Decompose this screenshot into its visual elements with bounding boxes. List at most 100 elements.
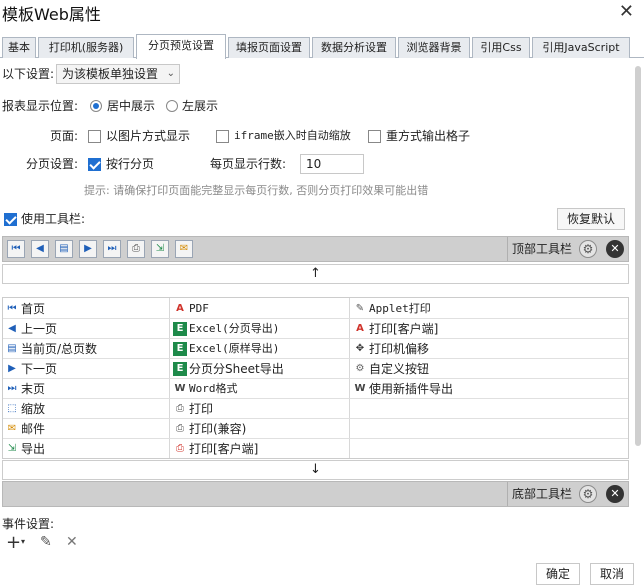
vertical-scrollbar[interactable] <box>634 60 642 540</box>
prev-page-icon[interactable]: ◀ <box>31 240 49 258</box>
position-center-radio[interactable] <box>90 100 102 112</box>
printer-offset-icon: ✥ <box>355 343 365 354</box>
list-item[interactable]: ✥ 打印机偏移 <box>351 339 627 359</box>
list-item[interactable]: ⎙ 打印(兼容) <box>171 419 347 439</box>
scope-select-value: 为该模板单独设置 <box>62 67 159 81</box>
rows-per-page-input[interactable]: 10 <box>300 154 364 174</box>
excel-page-icon: E <box>173 322 187 336</box>
paging-byrow-option[interactable]: 按行分页 <box>88 154 158 174</box>
list-item[interactable]: ⇲ 导出 <box>3 439 167 459</box>
move-up-icon[interactable]: ↑ <box>2 264 629 284</box>
first-page-icon[interactable]: ⏮ <box>7 240 25 258</box>
delete-icon[interactable]: ✕ <box>66 534 78 550</box>
page-image-checkbox[interactable] <box>88 130 101 143</box>
top-toolbar-label: 顶部工具栏 <box>512 242 573 256</box>
last-page-icon[interactable]: ⏭ <box>103 240 121 258</box>
paging-byrow-text: 按行分页 <box>106 157 155 171</box>
prev-page-icon: ◀ <box>8 323 16 334</box>
page-label: 页面: <box>49 129 78 143</box>
move-down-icon[interactable]: ↓ <box>2 460 629 480</box>
use-toolbar-text: 使用工具栏: <box>21 212 86 226</box>
use-toolbar-checkbox[interactable] <box>4 213 17 226</box>
scope-select[interactable]: 为该模板单独设置 ⌄ <box>56 64 180 84</box>
close-icon[interactable]: ✕ <box>619 1 634 22</box>
print-compat-icon: ⎙ <box>176 423 184 434</box>
top-gear-icon[interactable]: ⚙ <box>579 240 597 258</box>
page-image-option[interactable]: 以图片方式显示 <box>88 126 208 146</box>
list-item[interactable]: ✎ Applet打印 <box>351 299 627 319</box>
list-item[interactable]: W 使用新插件导出 <box>351 379 627 399</box>
last-page-icon: ⏭ <box>7 383 17 394</box>
page-count-icon[interactable]: ▤ <box>55 240 73 258</box>
tab-css[interactable]: 引用Css <box>472 37 530 58</box>
list-item[interactable]: W Word格式 <box>171 379 347 399</box>
dropdown-arrow-icon[interactable]: ▾ <box>21 537 25 546</box>
next-page-icon[interactable]: ▶ <box>79 240 97 258</box>
list-item[interactable]: ⬚ 缩放 <box>3 399 167 419</box>
tab-printer-server[interactable]: 打印机(服务器) <box>38 37 134 58</box>
bottom-toolbar-controls: 底部工具栏 ⚙ ✕ <box>507 482 628 506</box>
paging-byrow-checkbox[interactable] <box>88 158 101 171</box>
event-settings-label: 事件设置: <box>2 517 55 531</box>
title-bar: 模板Web属性 ✕ <box>0 0 644 28</box>
print-icon[interactable]: ⎙ <box>127 240 145 258</box>
export-icon[interactable]: ⇲ <box>151 240 169 258</box>
tab-browser-bg[interactable]: 浏览器背景 <box>398 37 470 58</box>
top-remove-icon[interactable]: ✕ <box>606 240 624 258</box>
bottom-gear-icon[interactable]: ⚙ <box>579 485 597 503</box>
page-count-icon: ▤ <box>7 343 17 354</box>
use-toolbar-option[interactable]: 使用工具栏: <box>4 209 94 229</box>
list-item[interactable]: ⎙ 打印[客户端] <box>171 439 347 459</box>
first-page-icon: ⏮ <box>7 303 17 314</box>
tab-fill-page[interactable]: 填报页面设置 <box>228 37 310 58</box>
bottom-toolbar-label: 底部工具栏 <box>512 487 573 501</box>
print-client-icon: ⎙ <box>176 443 184 454</box>
position-left-text: 左展示 <box>182 99 219 113</box>
excel-original-icon: E <box>173 342 187 356</box>
position-label: 报表显示位置: <box>2 99 79 113</box>
page-iframe-option[interactable]: iframe嵌入时自动缩放 <box>216 126 356 146</box>
list-item[interactable]: ⚙ 自定义按钮 <box>351 359 627 379</box>
tab-basic[interactable]: 基本 <box>2 37 36 58</box>
tab-page-preview[interactable]: 分页预览设置 <box>136 34 226 59</box>
rows-per-page-label: 每页显示行数: <box>210 157 287 171</box>
list-item[interactable]: A PDF <box>171 299 347 319</box>
tab-javascript[interactable]: 引用JavaScript <box>532 37 630 58</box>
page-iframe-checkbox[interactable] <box>216 130 229 143</box>
bottom-remove-icon[interactable]: ✕ <box>606 485 624 503</box>
edit-icon[interactable]: ✎ <box>40 534 52 550</box>
list-item[interactable]: A 打印[客户端] <box>351 319 627 339</box>
list-item[interactable]: E Excel(分页导出) <box>171 319 347 339</box>
tab-data-analysis[interactable]: 数据分析设置 <box>312 37 396 58</box>
list-item[interactable]: ⏭ 末页 <box>3 379 167 399</box>
scope-label: 以下设置: <box>2 67 55 81</box>
page-overlap-checkbox[interactable] <box>368 130 381 143</box>
top-toolbar-controls: 顶部工具栏 ⚙ ✕ <box>507 237 628 261</box>
page-overlap-option[interactable]: 重方式输出格子 <box>368 126 478 146</box>
next-page-icon: ▶ <box>8 363 16 374</box>
ok-button[interactable]: 确定 <box>536 563 580 585</box>
page-iframe-text: iframe嵌入时自动缩放 <box>234 129 351 142</box>
position-left-option[interactable]: 左展示 <box>166 96 226 116</box>
mail-icon: ✉ <box>7 423 17 434</box>
list-item[interactable]: ▶ 下一页 <box>3 359 167 379</box>
scrollbar-thumb[interactable] <box>635 66 641 446</box>
position-left-radio[interactable] <box>166 100 178 112</box>
pdf-print-client-icon: A <box>356 323 364 334</box>
add-icon[interactable]: + <box>6 532 21 553</box>
list-item[interactable]: ◀ 上一页 <box>3 319 167 339</box>
reset-default-button[interactable]: 恢复默认 <box>557 208 625 230</box>
mail-icon[interactable]: ✉ <box>175 240 193 258</box>
list-item[interactable]: ▤ 当前页/总页数 <box>3 339 167 359</box>
window-title: 模板Web属性 <box>2 5 101 24</box>
list-item[interactable]: ⎙ 打印 <box>171 399 347 419</box>
list-item[interactable]: ⏮ 首页 <box>3 299 167 319</box>
word-icon: W <box>174 383 186 394</box>
toolbar-items-grid: ⏮ 首页 ◀ 上一页 ▤ 当前页/总页数 ▶ 下一页 ⏭ 末页 ⬚ 缩放 ✉ 邮件 ⇲ 导出 A… <box>2 297 629 459</box>
list-item[interactable]: E Excel(原样导出) <box>171 339 347 359</box>
list-item[interactable]: ✉ 邮件 <box>3 419 167 439</box>
cancel-button[interactable]: 取消 <box>590 563 634 585</box>
list-item[interactable]: E 分页分Sheet导出 <box>171 359 347 379</box>
top-toolbar: ⏮ ◀ ▤ ▶ ⏭ ⎙ ⇲ ✉ 顶部工具栏 ⚙ ✕ <box>2 236 629 262</box>
position-center-option[interactable]: 居中展示 <box>90 96 164 116</box>
